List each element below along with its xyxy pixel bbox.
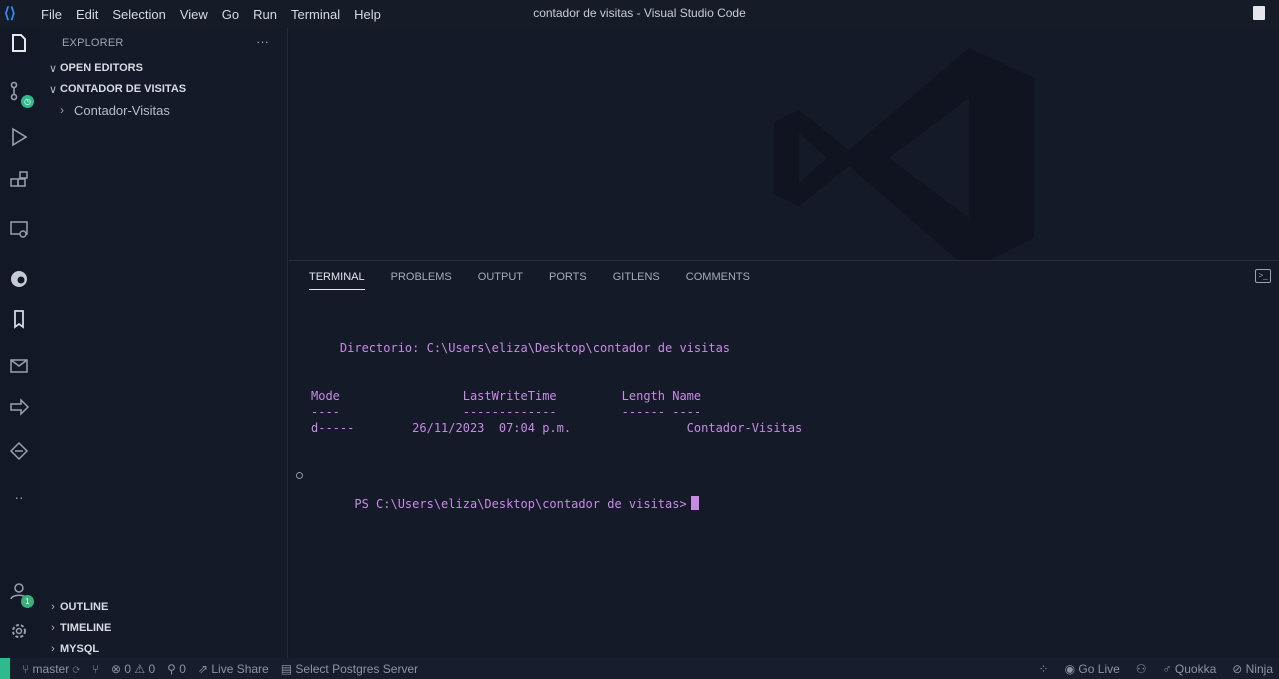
- section-open-editors[interactable]: ∨ OPEN EDITORS: [46, 58, 143, 78]
- branch-name: master: [32, 661, 70, 676]
- ports-status[interactable]: ⚲ 0: [167, 662, 186, 676]
- prompt-status-icon: [296, 472, 303, 479]
- menu-selection[interactable]: Selection: [105, 7, 172, 22]
- menu-go[interactable]: Go: [215, 7, 246, 22]
- accounts-badge: 1: [21, 595, 34, 608]
- explorer-more-icon[interactable]: ···: [256, 34, 269, 49]
- section-label: CONTADOR DE VISITAS: [60, 83, 187, 95]
- tree-item-contador-visitas[interactable]: › Contador-Visitas: [60, 100, 170, 120]
- terminal-cursor: [690, 496, 699, 510]
- edge-icon[interactable]: [6, 268, 32, 294]
- menu-view[interactable]: View: [173, 7, 215, 22]
- status-right: ⁘ ◉ Go Live ⚇ ♂ Quokka ⊘ Ninja: [1023, 658, 1273, 679]
- mail-icon[interactable]: [6, 354, 32, 380]
- quokka-status[interactable]: ♂ Quokka: [1163, 662, 1217, 676]
- chevron-down-icon: ∨: [48, 62, 58, 75]
- menu-terminal[interactable]: Terminal: [284, 7, 347, 22]
- menu-run[interactable]: Run: [246, 7, 284, 22]
- vscode-logo-icon: ⟨⟩: [4, 5, 16, 22]
- ninja-status[interactable]: ⊘ Ninja: [1232, 662, 1273, 676]
- files-icon[interactable]: [6, 32, 32, 58]
- chevron-right-icon: ›: [51, 601, 55, 613]
- run-debug-icon[interactable]: [6, 126, 32, 152]
- bookmark-icon[interactable]: [6, 308, 32, 334]
- problems-status[interactable]: ⊗ 0 ⚠ 0: [111, 662, 155, 676]
- terminal-directory-line: Directorio: C:\Users\eliza\Desktop\conta…: [311, 341, 731, 355]
- section-outline[interactable]: › OUTLINE: [46, 597, 108, 617]
- tab-ports[interactable]: PORTS: [549, 271, 587, 290]
- branch-status[interactable]: ⑂ master ⟳: [22, 662, 80, 676]
- timer-badge-icon: ◷: [21, 95, 34, 108]
- section-mysql[interactable]: › MYSQL: [46, 639, 99, 659]
- postgres-label: Select Postgres Server: [295, 661, 419, 676]
- tab-problems[interactable]: PROBLEMS: [391, 271, 452, 290]
- live-share-label: Live Share: [211, 661, 269, 676]
- section-label: OPEN EDITORS: [60, 62, 143, 74]
- tab-terminal[interactable]: TERMINAL: [309, 271, 365, 290]
- remote-indicator[interactable]: [0, 658, 10, 679]
- menu-help[interactable]: Help: [347, 7, 388, 22]
- go-live-status[interactable]: ◉ Go Live: [1065, 662, 1120, 676]
- tab-comments[interactable]: COMMENTS: [686, 271, 750, 290]
- terminal-separator-line: ---- ------------- ------ ----: [311, 405, 702, 419]
- ninja-label: Ninja: [1245, 661, 1273, 676]
- git-graph-icon[interactable]: ⑂: [92, 662, 99, 676]
- quokka-label: Quokka: [1174, 661, 1217, 676]
- chevron-down-icon: ∨: [48, 83, 58, 96]
- remote-explorer-icon[interactable]: [6, 218, 32, 244]
- tree-item-label: Contador-Visitas: [74, 102, 170, 118]
- explorer-title: EXPLORER: [62, 37, 124, 49]
- chevron-right-icon: ›: [51, 643, 55, 655]
- terminal-prompt-line: PS C:\Users\eliza\Desktop\contador de vi…: [296, 468, 699, 525]
- chevron-right-icon: ›: [60, 103, 64, 117]
- editor-area: [289, 28, 1279, 260]
- gitlens-icon[interactable]: [6, 440, 32, 466]
- section-label: TIMELINE: [60, 622, 112, 634]
- accounts-status-icon[interactable]: ⚇: [1136, 662, 1147, 676]
- menu-bar: File Edit Selection View Go Run Terminal…: [34, 7, 388, 22]
- settings-gear-icon[interactable]: [6, 620, 32, 646]
- share-icon[interactable]: [6, 396, 32, 422]
- terminal-prompt: PS C:\Users\eliza\Desktop\contador de vi…: [354, 497, 687, 511]
- section-label: MYSQL: [60, 643, 100, 655]
- go-live-label: Go Live: [1078, 661, 1120, 676]
- menu-edit[interactable]: Edit: [69, 7, 105, 22]
- terminal-row-line: d----- 26/11/2023 07:04 p.m. Contador-Vi…: [311, 421, 803, 435]
- terminal-header-line: Mode LastWriteTime Length Name: [311, 389, 702, 403]
- panel-tabs: TERMINAL PROBLEMS OUTPUT PORTS GITLENS C…: [309, 271, 776, 290]
- section-label: OUTLINE: [60, 601, 109, 613]
- source-control-icon[interactable]: ◷: [6, 80, 34, 108]
- activity-bar: ◷ ·· 1: [0, 28, 40, 658]
- live-share-status[interactable]: ⇗ Live Share: [198, 662, 269, 676]
- copilot-icon[interactable]: ⁘: [1039, 662, 1049, 676]
- postgres-status[interactable]: ▤ Select Postgres Server: [281, 662, 418, 676]
- section-timeline[interactable]: › TIMELINE: [46, 618, 111, 638]
- chevron-right-icon: ›: [51, 622, 55, 634]
- status-bar: ⑂ master ⟳ ⑂ ⊗ 0 ⚠ 0 ⚲ 0 ⇗ Live Share ▤ …: [0, 658, 1279, 679]
- extensions-icon[interactable]: [6, 170, 32, 196]
- menu-file[interactable]: File: [34, 7, 69, 22]
- explorer-sidebar: EXPLORER ··· ∨ OPEN EDITORS ∨ CONTADOR D…: [40, 28, 288, 658]
- more-icon[interactable]: ··: [6, 484, 32, 510]
- terminal-action-icon[interactable]: >_: [1255, 269, 1271, 283]
- accounts-icon[interactable]: 1: [6, 580, 34, 608]
- bottom-panel: TERMINAL PROBLEMS OUTPUT PORTS GITLENS C…: [289, 260, 1279, 658]
- title-bar: ⟨⟩ File Edit Selection View Go Run Termi…: [0, 0, 1279, 28]
- toggle-layout-icon[interactable]: [1253, 6, 1265, 20]
- vscode-watermark-icon: [774, 48, 1034, 260]
- tab-gitlens[interactable]: GITLENS: [613, 271, 660, 290]
- ports-count: 0: [179, 661, 186, 676]
- tab-output[interactable]: OUTPUT: [478, 271, 523, 290]
- section-project[interactable]: ∨ CONTADOR DE VISITAS: [46, 79, 186, 99]
